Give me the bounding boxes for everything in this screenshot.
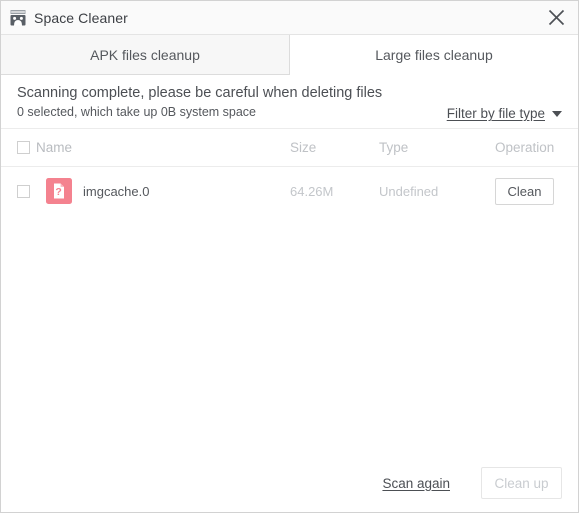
file-size-cell: 64.26M: [290, 183, 334, 199]
clean-button[interactable]: Clean: [495, 177, 554, 205]
tab-label: Large files cleanup: [375, 47, 493, 63]
title-bar: Space Cleaner: [1, 1, 578, 35]
close-icon: [547, 8, 566, 27]
scan-status-text: Scanning complete, please be careful whe…: [17, 85, 383, 101]
file-type-cell: Undefined: [379, 183, 439, 199]
footer-bar: Scan again Clean up: [1, 454, 578, 512]
row-checkbox[interactable]: [17, 184, 30, 198]
table-row: ? imgcache.0 64.26M Undefined Clean: [1, 167, 578, 215]
select-all-checkbox[interactable]: [17, 141, 30, 154]
scan-again-button[interactable]: Scan again: [382, 476, 450, 491]
space-cleaner-icon: [9, 9, 27, 27]
status-block: Scanning complete, please be careful whe…: [1, 75, 578, 123]
close-button[interactable]: [534, 1, 578, 34]
tab-label: APK files cleanup: [90, 46, 200, 63]
unknown-file-icon: ?: [46, 178, 72, 204]
chevron-down-icon: [552, 110, 562, 117]
tab-bar: APK files cleanup Large files cleanup: [1, 35, 578, 75]
filter-by-file-type-button[interactable]: Filter by file type: [447, 106, 562, 121]
svg-text:?: ?: [55, 186, 61, 198]
file-name-label: imgcache.0: [83, 183, 150, 199]
column-header-size: Size: [290, 140, 317, 155]
files-table: Name Size Type Operation ? imgcache.0 64…: [1, 128, 578, 215]
file-name-cell: ? imgcache.0: [36, 178, 290, 204]
filter-label: Filter by file type: [446, 106, 545, 121]
column-header-operation: Operation: [495, 140, 555, 155]
file-operation-cell: Clean: [495, 177, 578, 205]
space-cleaner-window: Space Cleaner APK files cleanup Large fi…: [0, 0, 579, 513]
column-header-type: Type: [379, 140, 409, 155]
clean-up-button[interactable]: Clean up: [481, 467, 562, 499]
tab-apk-files-cleanup[interactable]: APK files cleanup: [1, 35, 290, 75]
table-header-row: Name Size Type Operation: [1, 129, 578, 167]
column-header-name: Name: [36, 140, 73, 155]
tab-large-files-cleanup[interactable]: Large files cleanup: [290, 35, 578, 75]
window-title: Space Cleaner: [34, 9, 128, 26]
